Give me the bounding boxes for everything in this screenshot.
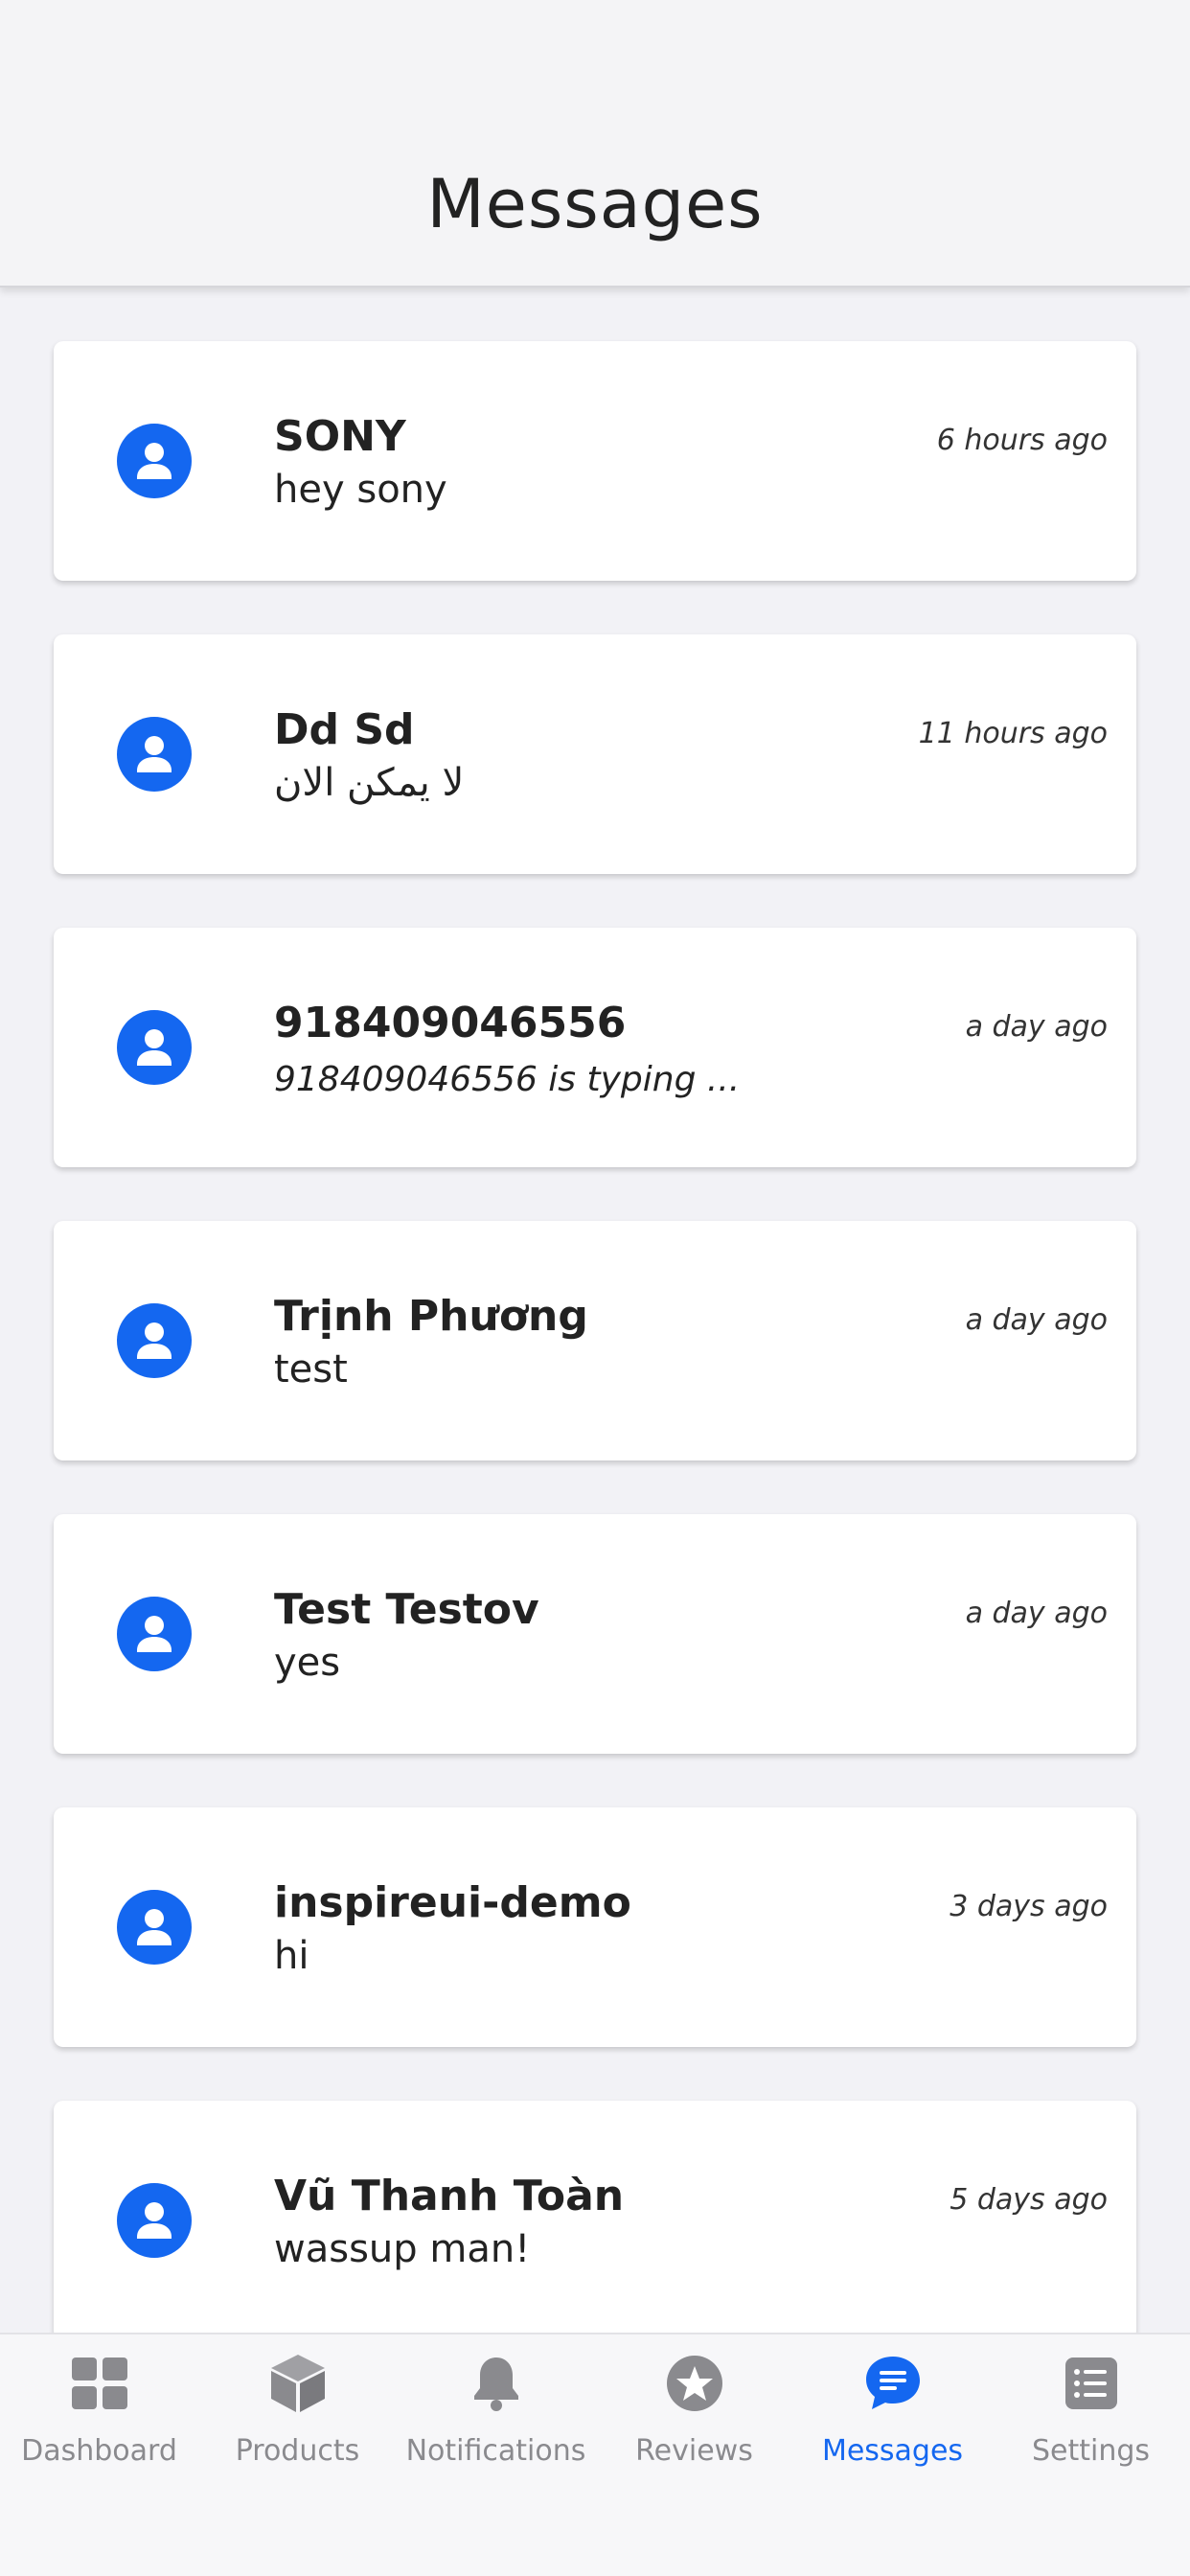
contact-name: Vũ Thanh Toàn: [274, 2172, 625, 2220]
avatar: [117, 424, 192, 498]
header: Messages: [0, 0, 1190, 288]
user-icon: [137, 1909, 172, 1945]
star-icon: [663, 2352, 726, 2415]
message-time: a day ago: [965, 1303, 1108, 1337]
chat-icon: [861, 2352, 925, 2415]
tab-dashboard[interactable]: Dashboard: [0, 2334, 198, 2526]
avatar: [117, 1010, 192, 1085]
tab-label: Notifications: [405, 2434, 586, 2468]
user-icon: [137, 2202, 172, 2239]
conversation-item[interactable]: SONY hey sony 6 hours ago: [54, 341, 1136, 581]
tab-notifications[interactable]: Notifications: [397, 2334, 595, 2526]
cube-icon: [266, 2352, 330, 2415]
tab-label: Products: [235, 2434, 360, 2468]
contact-name: inspireui-demo: [274, 1878, 631, 1927]
avatar: [117, 1303, 192, 1378]
conversation-item[interactable]: Trịnh Phương test a day ago: [54, 1221, 1136, 1460]
message-time: 5 days ago: [950, 2183, 1108, 2217]
user-icon: [137, 736, 172, 772]
last-message: لا يمكن الان: [274, 761, 465, 805]
conversation-item[interactable]: inspireui-demo hi 3 days ago: [54, 1807, 1136, 2047]
last-message: wassup man!: [274, 2227, 531, 2271]
last-message: test: [274, 1347, 348, 1392]
tab-label: Dashboard: [21, 2434, 177, 2468]
tab-label: Reviews: [635, 2434, 753, 2468]
user-icon: [137, 1322, 172, 1359]
avatar: [117, 2183, 192, 2258]
message-time: a day ago: [965, 1597, 1108, 1630]
tab-products[interactable]: Products: [198, 2334, 397, 2526]
last-message: yes: [274, 1641, 341, 1685]
contact-name: Dd Sd: [274, 705, 415, 754]
list-icon: [1060, 2352, 1123, 2415]
tab-settings[interactable]: Settings: [992, 2334, 1190, 2526]
message-time: a day ago: [965, 1010, 1108, 1044]
contact-name: Test Testov: [274, 1585, 539, 1634]
bottom-tab-bar: Dashboard Products Notifications Reviews: [0, 2333, 1190, 2576]
tab-label: Settings: [1031, 2434, 1151, 2468]
contact-name: SONY: [274, 412, 406, 461]
contact-name: 918409046556: [274, 999, 627, 1047]
typing-indicator: 918409046556 is typing ...: [274, 1060, 741, 1099]
message-time: 3 days ago: [950, 1890, 1108, 1923]
conversation-item[interactable]: Dd Sd لا يمكن الان 11 hours ago: [54, 634, 1136, 874]
conversation-item[interactable]: Test Testov yes a day ago: [54, 1514, 1136, 1754]
dashboard-icon: [68, 2352, 131, 2415]
last-message: hi: [274, 1934, 309, 1978]
bell-icon: [465, 2352, 528, 2415]
avatar: [117, 717, 192, 792]
last-message: hey sony: [274, 468, 447, 512]
tab-reviews[interactable]: Reviews: [595, 2334, 793, 2526]
avatar: [117, 1890, 192, 1965]
tab-label: Messages: [821, 2434, 964, 2468]
user-icon: [137, 1029, 172, 1066]
conversation-item[interactable]: 918409046556 918409046556 is typing ... …: [54, 928, 1136, 1167]
page-title: Messages: [426, 165, 764, 243]
tab-messages[interactable]: Messages: [793, 2334, 992, 2526]
user-icon: [137, 1616, 172, 1652]
contact-name: Trịnh Phương: [274, 1292, 588, 1341]
message-time: 11 hours ago: [918, 717, 1108, 750]
conversation-list[interactable]: SONY hey sony 6 hours ago Dd Sd لا يمكن …: [54, 341, 1136, 2394]
messages-screen: Messages SONY hey sony 6 hours ago Dd Sd…: [0, 0, 1190, 2576]
avatar: [117, 1597, 192, 1671]
user-icon: [137, 443, 172, 479]
message-time: 6 hours ago: [936, 424, 1108, 457]
conversation-item[interactable]: Vũ Thanh Toàn wassup man! 5 days ago: [54, 2101, 1136, 2340]
